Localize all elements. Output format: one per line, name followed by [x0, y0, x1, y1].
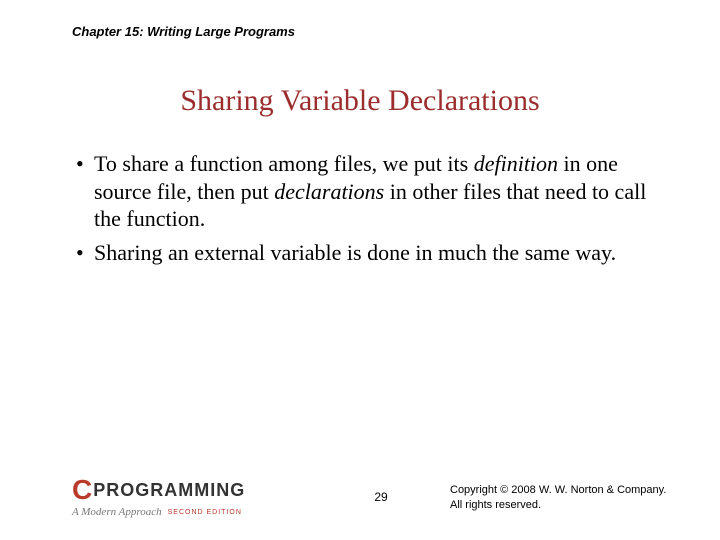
copyright-line: Copyright © 2008 W. W. Norton & Company. — [450, 483, 680, 497]
copyright-line: All rights reserved. — [450, 498, 680, 512]
bullet-item: • To share a function among files, we pu… — [76, 150, 660, 233]
footer: C PROGRAMMING A Modern Approach SECOND E… — [72, 468, 690, 518]
bullet-dot: • — [76, 150, 94, 233]
page-number: 29 — [374, 490, 387, 504]
book-logo: C PROGRAMMING A Modern Approach SECOND E… — [72, 476, 282, 518]
logo-programming-word: PROGRAMMING — [93, 481, 245, 499]
copyright: Copyright © 2008 W. W. Norton & Company.… — [450, 483, 680, 512]
bullet-text: Sharing an external variable is done in … — [94, 239, 660, 267]
slide-title: Sharing Variable Declarations — [0, 84, 720, 118]
bullet-dot: • — [76, 239, 94, 267]
body-text: • To share a function among files, we pu… — [76, 150, 660, 272]
logo-c-letter: C — [72, 476, 91, 504]
logo-subtitle: A Modern Approach — [72, 506, 162, 518]
bullet-text: To share a function among files, we put … — [94, 150, 660, 233]
chapter-label: Chapter 15: Writing Large Programs — [72, 24, 295, 39]
bullet-item: • Sharing an external variable is done i… — [76, 239, 660, 267]
logo-edition: SECOND EDITION — [168, 509, 242, 516]
